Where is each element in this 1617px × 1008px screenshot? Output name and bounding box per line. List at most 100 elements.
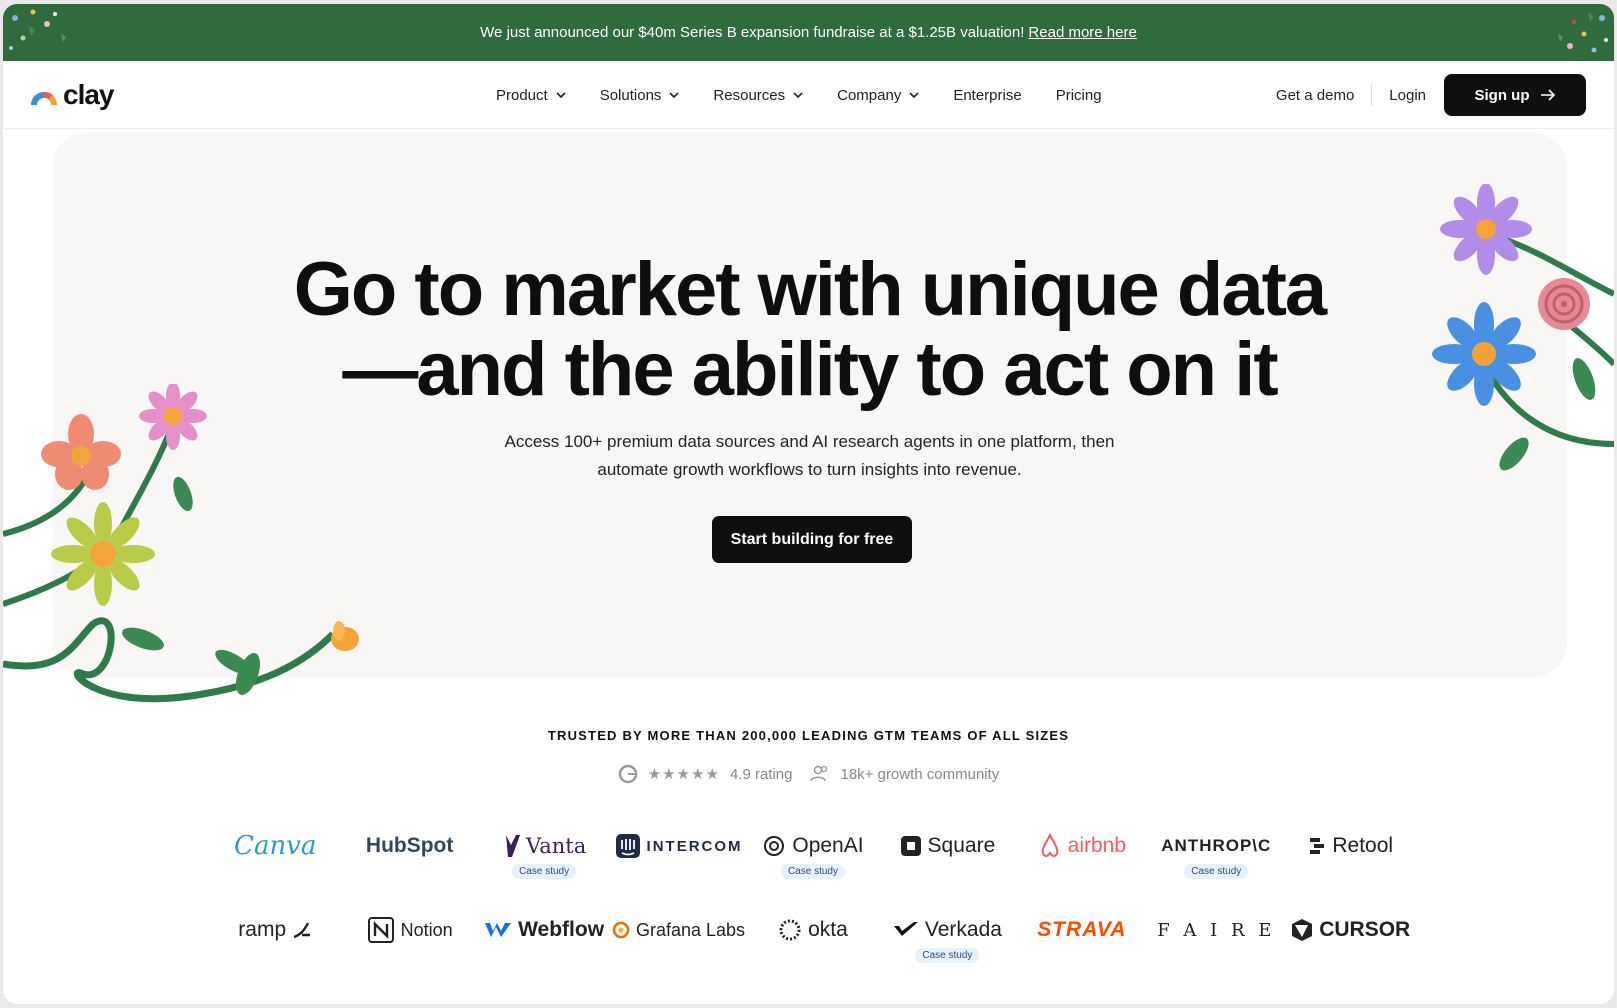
community-icon [810, 765, 828, 782]
chevron-down-icon [793, 92, 803, 99]
customer-logo: HubSpot [342, 830, 476, 890]
customer-logo: Grafana Labs [611, 914, 745, 974]
nav-pricing[interactable]: Pricing [1056, 87, 1102, 104]
logo-label: HubSpot [365, 834, 454, 857]
nav-product[interactable]: Product [496, 87, 566, 104]
nav-solutions[interactable]: Solutions [600, 87, 680, 104]
customer-logo: Square [880, 830, 1014, 890]
notion-icon [367, 917, 394, 943]
openai-icon [764, 836, 785, 856]
confetti-decoration [1558, 12, 1608, 53]
confetti-decoration [9, 9, 66, 50]
login-link[interactable]: Login [1389, 87, 1426, 104]
customer-logo: Verkada Case study [880, 914, 1014, 974]
logo-label: STRAVA [1037, 918, 1127, 941]
nav-company-label: Company [837, 86, 902, 104]
nav-divider [1371, 84, 1373, 106]
customer-logo: Webflow [477, 914, 611, 974]
customer-logo: ANTHROP\C Case study [1149, 830, 1283, 890]
get-demo-link[interactable]: Get a demo [1276, 87, 1354, 104]
logo-label: Retool [1332, 834, 1394, 857]
customer-logo: F A I R E [1149, 914, 1283, 974]
flowers-illustration-left [3, 384, 359, 703]
customer-logo: Retool [1284, 830, 1418, 890]
sign-up-label: Sign up [1474, 86, 1530, 104]
grafana-icon [612, 921, 630, 939]
webflow-icon [485, 923, 512, 937]
customer-logo: OpenAI Case study [746, 830, 880, 890]
community-text: 18k+ growth community [840, 765, 1000, 783]
chevron-down-icon [909, 92, 919, 99]
customer-logo: okta [746, 914, 880, 974]
case-study-badge[interactable]: Case study [915, 948, 980, 963]
star-rating: ★★★★★ [647, 766, 720, 783]
okta-icon [779, 919, 801, 941]
nav-actions: Get a demo Login Sign up [1276, 61, 1586, 129]
read-more-link[interactable]: Read more here [1028, 24, 1136, 41]
logo-label: Webflow [518, 918, 605, 941]
chevron-down-icon [669, 92, 679, 99]
announcement-text: We just announced our $40m Series B expa… [480, 24, 1025, 41]
logo-label: Canva [234, 831, 317, 861]
arrow-right-icon [1540, 89, 1555, 101]
customer-logo: Vanta Case study [477, 830, 611, 890]
logo-label: Verkada [924, 918, 1002, 941]
vanta-icon [505, 835, 520, 857]
nav-pricing-label: Pricing [1055, 86, 1102, 104]
logo-label: Notion [400, 919, 453, 940]
nav-resources[interactable]: Resources [713, 87, 803, 104]
rating-text: 4.9 rating [729, 765, 793, 783]
logo-label: ANTHROP\C [1161, 836, 1272, 855]
logo-label: Vanta [525, 834, 587, 858]
nav-enterprise-label: Enterprise [953, 86, 1022, 104]
headline-line-1: Go to market with unique data [293, 247, 1327, 332]
clay-arch-icon [31, 91, 57, 105]
logo-label: okta [808, 918, 848, 941]
retool-icon [1310, 838, 1325, 854]
page: We just announced our $40m Series B expa… [3, 4, 1614, 1004]
customer-logo: airbnb [1015, 830, 1149, 890]
customer-logo: ramp [208, 914, 342, 974]
logo-label: CURSOR [1319, 918, 1411, 941]
square-icon [900, 836, 921, 856]
case-study-badge[interactable]: Case study [780, 864, 845, 879]
nav-resources-label: Resources [713, 86, 786, 104]
announcement-bar: We just announced our $40m Series B expa… [3, 4, 1614, 61]
ratings-row: ★★★★★ 4.9 rating 18k+ growth community [3, 764, 1614, 784]
nav-enterprise[interactable]: Enterprise [953, 87, 1021, 104]
g2-icon [618, 764, 637, 784]
chevron-down-icon [556, 92, 566, 99]
logo-label: INTERCOM [646, 837, 743, 855]
logo-label: Grafana Labs [635, 919, 746, 940]
start-building-button[interactable]: Start building for free [712, 516, 912, 563]
flowers-illustration-right [1432, 184, 1614, 471]
nav-product-label: Product [496, 86, 548, 104]
customer-logos-row-1: Canva HubSpot Vanta Case study INTERCOM [208, 830, 1418, 890]
logo-label: airbnb [1067, 834, 1127, 857]
customer-logo: INTERCOM [611, 830, 745, 890]
nav-company[interactable]: Company [837, 87, 919, 104]
customer-logo: Notion [342, 914, 476, 974]
logo-label: ramp [238, 918, 287, 941]
verkada-icon [893, 922, 918, 936]
customer-logo: STRAVA [1015, 914, 1149, 974]
nav-solutions-label: Solutions [599, 86, 662, 104]
ramp-icon [293, 922, 311, 939]
logo-label: OpenAI [792, 834, 864, 857]
trust-heading: TRUSTED BY MORE THAN 200,000 LEADING GTM… [547, 728, 1070, 743]
nav-links: Product Solutions Resources Company Ente… [496, 61, 1136, 129]
customer-logo: CURSOR [1284, 914, 1418, 974]
main-nav: clay Product Solutions Resources Company… [3, 61, 1614, 129]
sign-up-button[interactable]: Sign up [1444, 74, 1586, 116]
logo-label: Square [927, 834, 996, 857]
clay-logo[interactable]: clay [29, 79, 114, 111]
case-study-badge[interactable]: Case study [512, 864, 577, 879]
logo-label: F A I R E [1157, 919, 1276, 941]
customer-logos-row-2: ramp Notion Webflow Grafana Labs okta Ve… [208, 914, 1418, 974]
intercom-icon [615, 834, 640, 858]
customer-logo: Canva [208, 830, 342, 890]
cursor-icon [1292, 919, 1313, 941]
airbnb-icon [1041, 833, 1058, 857]
case-study-badge[interactable]: Case study [1184, 864, 1249, 879]
logo-text: clay [63, 79, 114, 110]
